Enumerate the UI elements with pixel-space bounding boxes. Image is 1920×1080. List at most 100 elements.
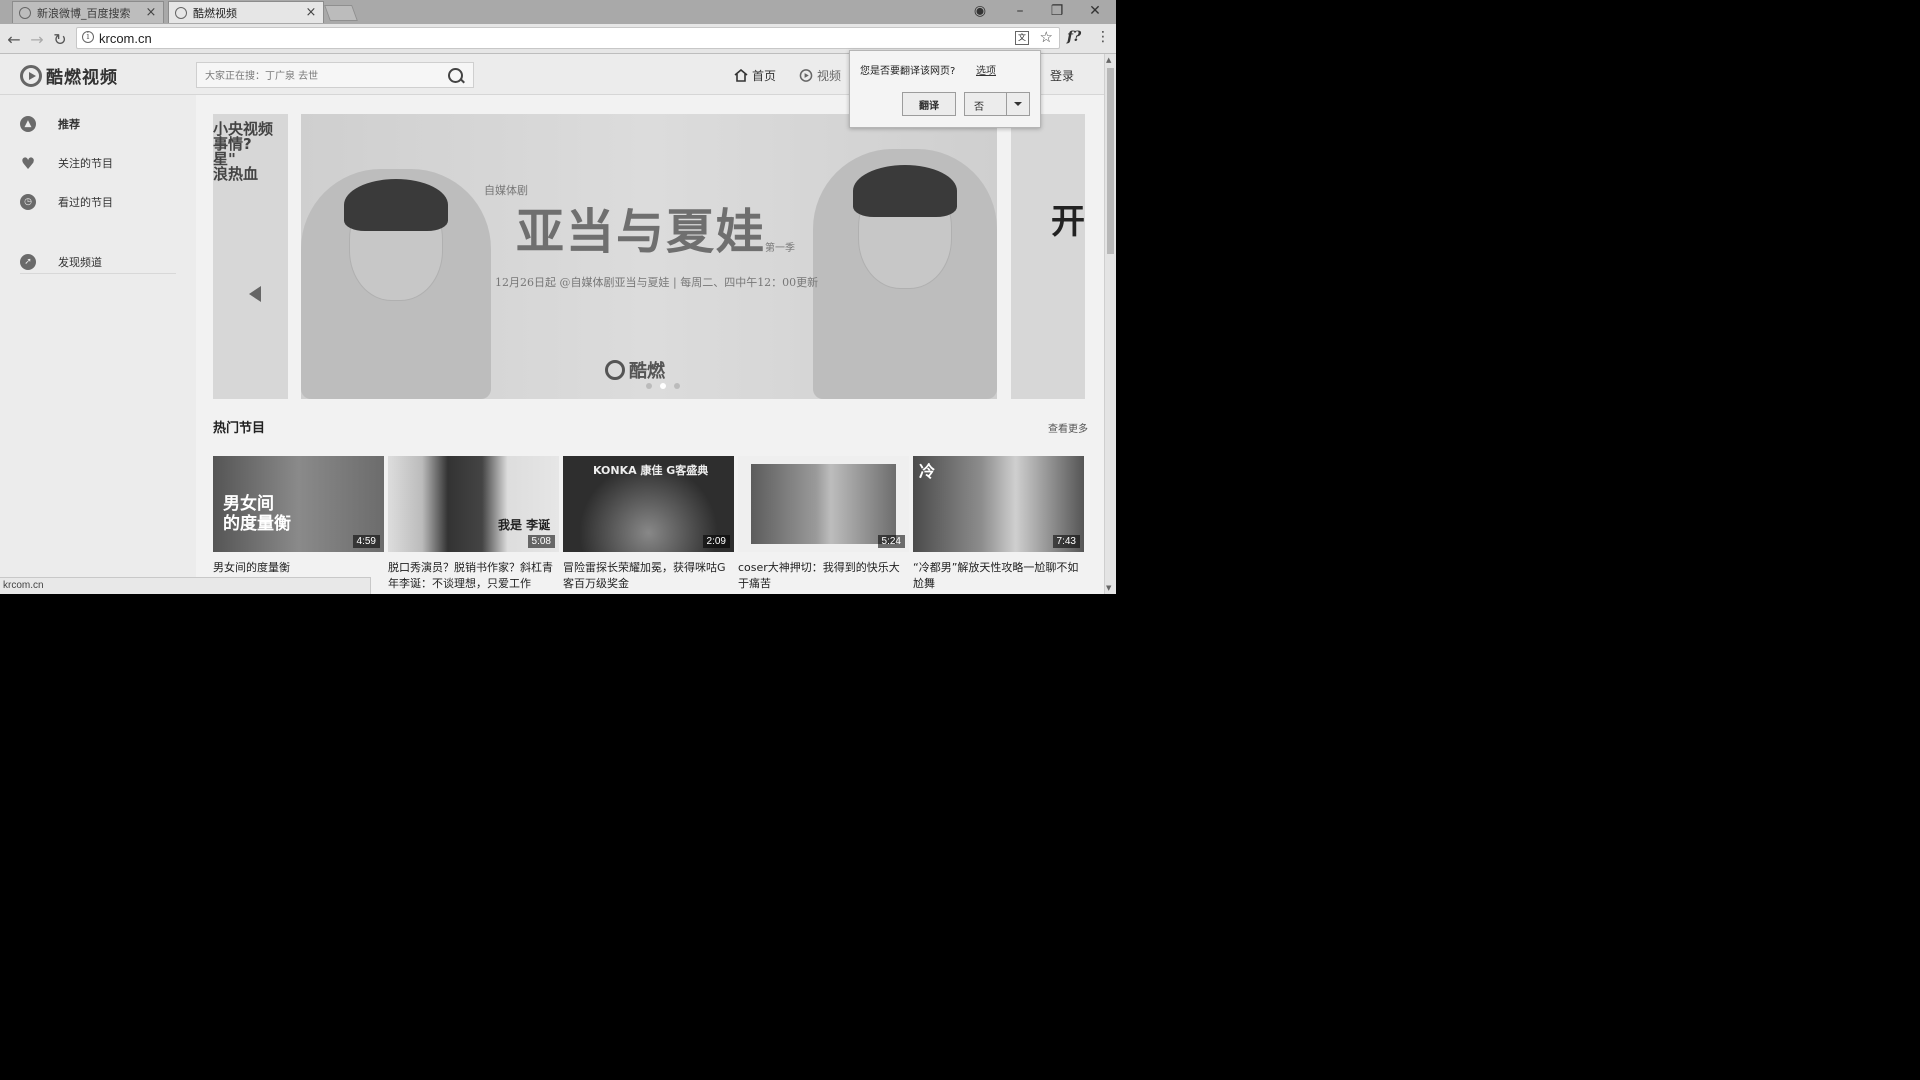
program-card[interactable]: KONKA 康佳 G客盛典 2:09 冒险雷探长荣耀加冕，获得咪咕G客百万级奖金 bbox=[563, 456, 735, 592]
sidebar-item-following[interactable]: ♥ 关注的节目 bbox=[20, 153, 113, 173]
carousel-dot[interactable] bbox=[646, 383, 652, 389]
program-thumbnail[interactable]: KONKA 康佳 G客盛典 2:09 bbox=[563, 456, 734, 552]
sidebar-item-discover[interactable]: ➚ 发现频道 bbox=[20, 254, 102, 270]
banner-schedule: 12月26日起 @自媒体剧亚当与夏娃 | 每周二、四中午12：00更新 bbox=[495, 276, 819, 289]
scroll-thumb[interactable] bbox=[1107, 68, 1114, 254]
program-thumbnail[interactable]: 5:24 bbox=[738, 456, 909, 552]
duration-badge: 4:59 bbox=[352, 535, 380, 548]
program-title[interactable]: “冷都男”解放天性攻略一尬聊不如尬舞 bbox=[913, 560, 1085, 592]
program-thumbnail[interactable]: 男女间 的度量衡 4:59 bbox=[213, 456, 384, 552]
compass-icon: ➚ bbox=[20, 254, 36, 270]
banner-main-slide[interactable]: 自媒体剧 亚当与夏娃 第一季 12月26日起 @自媒体剧亚当与夏娃 | 每周二、… bbox=[301, 114, 997, 399]
thumbnail-image bbox=[751, 464, 896, 544]
krcom-logo-icon bbox=[20, 64, 42, 87]
thumbnail-caption: 我是 李诞 bbox=[498, 518, 551, 532]
flame-icon: ▲ bbox=[20, 116, 36, 132]
heart-icon: ♥ bbox=[20, 153, 36, 173]
banner-prev-text: 小央视频 事情? 星" 浪热血 bbox=[213, 120, 274, 183]
login-link[interactable]: 登录 bbox=[1050, 67, 1074, 84]
restore-button[interactable]: ❐ bbox=[1039, 0, 1075, 22]
nav-video[interactable]: 视频 bbox=[799, 67, 841, 84]
address-bar[interactable]: i krcom.cn 文 ☆ bbox=[76, 27, 1060, 49]
site-logo[interactable]: 酷燃视频 bbox=[20, 63, 118, 88]
sidebar-divider bbox=[20, 273, 176, 274]
tab-strip: 新浪微博_百度搜索 × 酷燃视频 × ◉ – ❐ ✕ bbox=[0, 0, 1116, 24]
back-arrow-icon[interactable]: ← bbox=[4, 29, 24, 49]
close-window-button[interactable]: ✕ bbox=[1077, 0, 1113, 22]
browser-window: 新浪微博_百度搜索 × 酷燃视频 × ◉ – ❐ ✕ ← → ↻ i krcom… bbox=[0, 0, 1116, 594]
close-icon[interactable]: × bbox=[305, 5, 317, 20]
banner-brand: 酷燃 bbox=[605, 357, 665, 383]
web-page: 酷燃视频 首页 视频 登录 ▲ 推荐 ♥ 关注的节目 bbox=[0, 54, 1104, 594]
translate-options-link[interactable]: 选项 bbox=[976, 62, 996, 77]
bookmark-star-icon[interactable]: ☆ bbox=[1040, 28, 1053, 46]
nav-home[interactable]: 首页 bbox=[734, 67, 776, 84]
new-tab-button[interactable] bbox=[324, 5, 358, 21]
sidebar-item-label: 关注的节目 bbox=[58, 157, 113, 170]
chevron-down-icon[interactable] bbox=[1014, 102, 1022, 106]
krcom-logo-icon bbox=[605, 360, 625, 380]
thumbnail-caption: 男女间 的度量衡 bbox=[223, 494, 291, 534]
sidebar: ▲ 推荐 ♥ 关注的节目 ◷ 看过的节目 ➚ 发现频道 bbox=[0, 95, 196, 594]
arrow-left-icon[interactable] bbox=[249, 286, 261, 302]
carousel-dot[interactable] bbox=[674, 383, 680, 389]
banner-person-left bbox=[301, 169, 491, 399]
sidebar-item-label: 发现频道 bbox=[58, 256, 102, 269]
tab-baidu[interactable]: 新浪微博_百度搜索 × bbox=[12, 1, 164, 23]
translate-popup: 您是否要翻译该网页? 选项 翻译 否 bbox=[849, 50, 1041, 128]
reload-icon[interactable]: ↻ bbox=[50, 29, 70, 49]
profile-icon[interactable]: ◉ bbox=[962, 0, 998, 22]
banner-next-slide[interactable]: 开 bbox=[1011, 114, 1085, 399]
sidebar-item-label: 看过的节目 bbox=[58, 196, 113, 209]
program-thumbnail[interactable]: 冷 7:43 bbox=[913, 456, 1084, 552]
tab-krcom[interactable]: 酷燃视频 × bbox=[168, 1, 324, 23]
person-hair bbox=[853, 165, 957, 217]
program-title[interactable]: 冒险雷探长荣耀加冕，获得咪咕G客百万级奖金 bbox=[563, 560, 735, 592]
close-icon[interactable]: × bbox=[145, 5, 157, 20]
minimize-button[interactable]: – bbox=[1002, 0, 1038, 22]
thumbnail-caption: KONKA 康佳 G客盛典 bbox=[593, 464, 709, 477]
baidu-paw-icon bbox=[19, 6, 31, 19]
section-title: 热门节目 bbox=[213, 421, 266, 436]
person-hair bbox=[344, 179, 448, 231]
url-text[interactable]: krcom.cn bbox=[99, 31, 152, 46]
main-content: 小央视频 事情? 星" 浪热血 自媒体剧 亚当与夏娃 第一季 12月26日起 @… bbox=[196, 95, 1104, 594]
scroll-up-icon[interactable]: ▲ bbox=[1106, 56, 1111, 64]
see-more-link[interactable]: 查看更多 bbox=[1048, 420, 1088, 435]
menu-dots-icon[interactable]: ⋮ bbox=[1096, 29, 1110, 45]
scrollbar[interactable]: ▲ ▼ bbox=[1104, 54, 1116, 594]
program-card[interactable]: 男女间 的度量衡 4:59 男女间的度量衡 bbox=[213, 456, 385, 576]
search-icon[interactable] bbox=[448, 68, 463, 83]
search-box bbox=[196, 62, 474, 88]
thumbnail-caption: 冷 bbox=[919, 462, 936, 481]
nav-home-label: 首页 bbox=[752, 69, 777, 83]
program-thumbnail[interactable]: 我是 李诞 5:08 bbox=[388, 456, 559, 552]
status-bar: krcom.cn bbox=[0, 577, 371, 594]
program-card[interactable]: 我是 李诞 5:08 脱口秀演员？脱销书作家？斜杠青年李诞：不谈理想，只爱工作 bbox=[388, 456, 560, 592]
program-title[interactable]: coser大神押切：我得到的快乐大于痛苦 bbox=[738, 560, 910, 592]
logo-text: 酷燃视频 bbox=[46, 68, 118, 88]
sidebar-item-recommend[interactable]: ▲ 推荐 bbox=[20, 116, 80, 132]
translate-question: 您是否要翻译该网页? bbox=[860, 66, 956, 77]
program-title[interactable]: 男女间的度量衡 bbox=[213, 560, 385, 576]
info-icon[interactable]: i bbox=[82, 31, 94, 43]
sidebar-item-history[interactable]: ◷ 看过的节目 bbox=[20, 194, 113, 210]
scroll-down-icon[interactable]: ▼ bbox=[1106, 584, 1111, 592]
banner-prev-slide[interactable]: 小央视频 事情? 星" 浪热血 bbox=[213, 114, 288, 399]
extension-icon[interactable]: f? bbox=[1067, 29, 1081, 45]
carousel-dot[interactable] bbox=[660, 383, 666, 389]
program-card[interactable]: 冷 7:43 “冷都男”解放天性攻略一尬聊不如尬舞 bbox=[913, 456, 1085, 592]
forward-arrow-icon[interactable]: → bbox=[27, 29, 47, 49]
tab-label: 酷燃视频 bbox=[193, 6, 237, 20]
translate-icon[interactable]: 文 bbox=[1015, 31, 1029, 45]
translate-button[interactable]: 翻译 bbox=[902, 92, 956, 116]
banner-season: 第一季 bbox=[765, 243, 795, 254]
nav-video-label: 视频 bbox=[817, 69, 842, 83]
no-label: 否 bbox=[974, 102, 984, 113]
banner-person-right bbox=[813, 149, 997, 399]
program-title[interactable]: 脱口秀演员？脱销书作家？斜杠青年李诞：不谈理想，只爱工作 bbox=[388, 560, 560, 592]
search-input[interactable] bbox=[203, 67, 443, 85]
program-card[interactable]: 5:24 coser大神押切：我得到的快乐大于痛苦 bbox=[738, 456, 910, 592]
no-translate-button[interactable]: 否 bbox=[964, 92, 1030, 116]
home-icon bbox=[734, 69, 748, 82]
